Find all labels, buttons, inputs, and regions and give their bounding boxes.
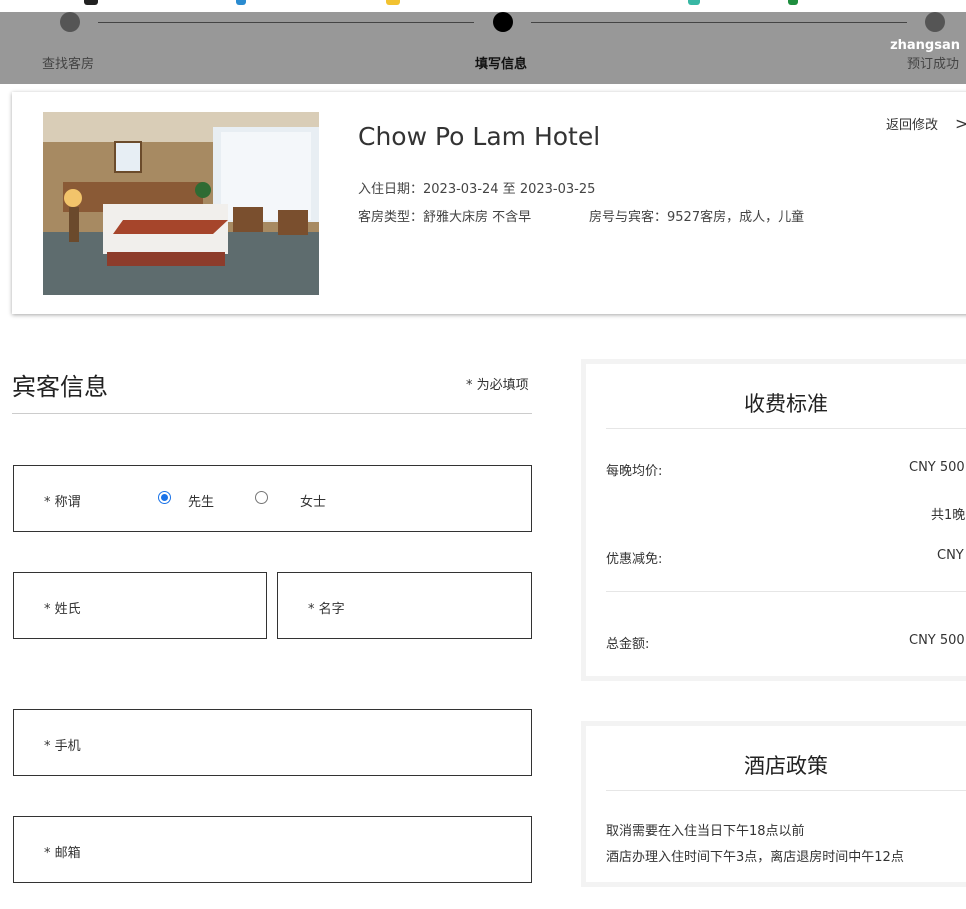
back-to-edit-link[interactable]: 返回修改 <box>886 114 938 133</box>
fee-panel: 收费标准 每晚均价: CNY 500 共1晚 优惠减免: CNY 总金额: CN… <box>581 359 966 681</box>
panel-divider <box>606 790 966 791</box>
panel-divider <box>606 428 966 429</box>
given-name-field[interactable]: * 名字 <box>277 572 532 639</box>
room-type: 客房类型：舒雅大床房 不含早 <box>358 210 532 225</box>
username[interactable]: zhangsan <box>890 38 960 53</box>
radio-ms[interactable] <box>255 491 268 504</box>
radio-ms-label[interactable]: 女士 <box>300 491 326 510</box>
step-label-search[interactable]: 查找客房 <box>42 53 94 72</box>
fee-panel-title: 收费标准 <box>744 392 828 416</box>
nights-count: 共1晚 <box>931 508 966 523</box>
section-divider <box>12 413 532 414</box>
policy-line: 酒店办理入住时间下午3点，离店退房时间中午12点 <box>606 850 904 865</box>
required-note: * 为必填项 <box>466 378 529 393</box>
total-value: CNY 500 <box>909 633 965 648</box>
panel-divider <box>606 591 966 592</box>
phone-field[interactable]: * 手机 <box>13 709 532 776</box>
step-connector <box>531 22 907 23</box>
step-dot-fill-info <box>493 12 513 32</box>
step-connector <box>98 22 474 23</box>
step-label-success: 预订成功 <box>907 57 960 72</box>
chevron-right-icon[interactable]: > <box>955 114 966 133</box>
policy-line: 取消需要在入住当日下午18点以前 <box>606 824 805 839</box>
phone-label: * 手机 <box>44 739 81 754</box>
salutation-label: * 称谓 <box>44 495 81 510</box>
nightly-price-value: CNY 500 <box>909 460 965 475</box>
step-dot-success <box>925 12 945 32</box>
surname-field[interactable]: * 姓氏 <box>13 572 267 639</box>
policy-panel-title: 酒店政策 <box>744 754 828 778</box>
email-label: * 邮箱 <box>44 846 81 861</box>
policy-panel: 酒店政策 取消需要在入住当日下午18点以前 酒店办理入住时间下午3点，离店退房时… <box>581 721 966 887</box>
surname-label: * 姓氏 <box>44 602 81 617</box>
guest-info-title: 宾客信息 <box>12 373 108 401</box>
radio-mr[interactable] <box>158 491 171 504</box>
stay-dates: 入住日期：2023-03-24 至 2023-03-25 <box>358 182 596 197</box>
total-label: 总金额: <box>606 637 650 652</box>
salutation-field: * 称谓 先生 女士 <box>13 465 532 532</box>
top-cutoff-strip <box>0 0 966 12</box>
step-label-fill-info: 填写信息 <box>475 57 528 72</box>
hotel-room-photo <box>43 112 319 295</box>
discount-label: 优惠减免: <box>606 552 663 567</box>
hotel-name: Chow Po Lam Hotel <box>358 122 601 151</box>
discount-value: CNY <box>937 548 964 563</box>
nightly-price-label: 每晚均价: <box>606 464 663 479</box>
radio-mr-label[interactable]: 先生 <box>188 491 214 510</box>
booking-progress-bar: 查找客房 填写信息 预订成功 zhangsan <box>0 12 966 84</box>
step-dot-search[interactable] <box>60 12 80 32</box>
hotel-summary-card: Chow Po Lam Hotel 入住日期：2023-03-24 至 2023… <box>12 92 966 314</box>
room-and-guests: 房号与宾客：9527客房，成人，儿童 <box>589 210 805 225</box>
given-name-label: * 名字 <box>308 602 345 617</box>
email-field[interactable]: * 邮箱 <box>13 816 532 883</box>
